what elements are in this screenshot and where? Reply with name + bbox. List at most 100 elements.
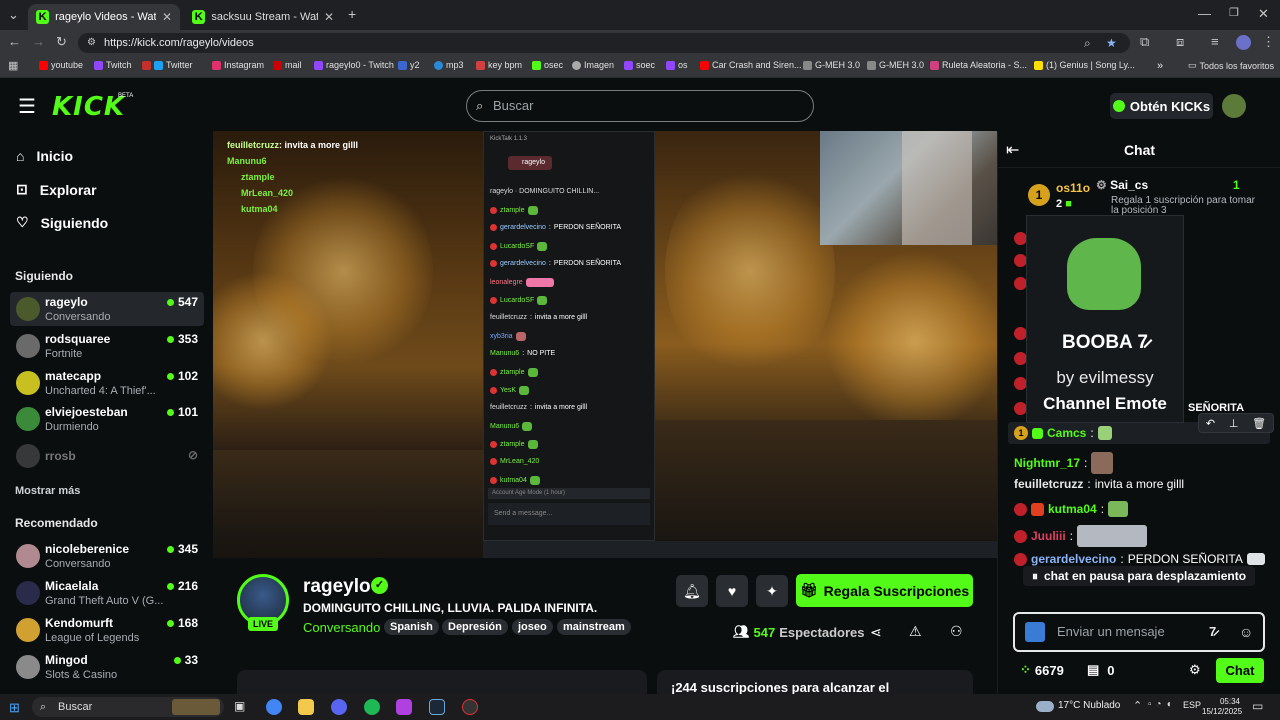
emote-menu-icon[interactable] xyxy=(1025,622,1045,642)
bookmark-rageylo0[interactable]: rageylo0 - Twitch xyxy=(314,60,394,70)
show-more-link[interactable]: Mostrar más xyxy=(15,485,80,497)
bookmark-instagram[interactable]: Instagram xyxy=(212,60,264,70)
emote-icon[interactable] xyxy=(1246,553,1265,565)
chat-settings-icon[interactable]: ⚙ xyxy=(1189,662,1201,678)
clock[interactable]: 05:34 15/12/2025 xyxy=(1202,697,1242,717)
sidebar-channel-rrosb[interactable]: rrosb ⊘ xyxy=(10,439,204,473)
chat-paused-banner[interactable]: ⏸ chat en pausa para desplazamiento xyxy=(1023,566,1255,586)
new-tab-icon[interactable]: + xyxy=(348,6,356,22)
emoji-icon[interactable]: ☺ xyxy=(1239,614,1253,650)
nav-explorar[interactable]: ⊡ Explorar xyxy=(16,181,97,198)
sparkle-button[interactable]: ✦ xyxy=(756,575,788,607)
taskbar-search[interactable]: ⌕ Buscar xyxy=(32,697,224,717)
bookmark-os[interactable]: os xyxy=(666,60,688,70)
extensions-icon[interactable]: ⧉ xyxy=(1140,34,1149,50)
reload-icon[interactable]: ↻ xyxy=(56,34,67,50)
bookmark-star-icon[interactable]: ★ xyxy=(1106,33,1117,53)
bookmark-key-bpm[interactable]: key bpm xyxy=(476,60,522,70)
reply-icon[interactable]: ↶ xyxy=(1206,417,1215,430)
minimize-icon[interactable]: — xyxy=(1198,6,1211,21)
bookmark-twitch[interactable]: Twitch xyxy=(94,60,132,70)
tab-search-icon[interactable]: ⌄ xyxy=(8,7,19,23)
profile-avatar[interactable] xyxy=(1236,35,1251,50)
bookmark-mail[interactable]: mail xyxy=(273,60,302,70)
add-user-icon[interactable]: ⚇ xyxy=(950,623,963,640)
channel-name[interactable]: rageylo xyxy=(303,576,371,598)
bookmark-folder-all[interactable]: ▭ Todos los favoritos xyxy=(1188,60,1274,71)
gift-counter[interactable]: ▤ 0 xyxy=(1087,662,1115,678)
delete-icon[interactable]: 🗑︎ xyxy=(1252,417,1266,430)
bookmark-soec[interactable]: soec xyxy=(624,60,655,70)
restore-icon[interactable]: ❐ xyxy=(1229,6,1239,19)
tag-joseo[interactable]: joseo xyxy=(512,619,553,635)
emote-icon[interactable] xyxy=(1091,452,1114,474)
media-icon[interactable]: ⧈ xyxy=(1176,34,1184,50)
zoom-icon[interactable]: ⌕ xyxy=(1084,33,1091,53)
search-input[interactable]: ⌕ Buscar xyxy=(466,90,814,122)
user-avatar[interactable] xyxy=(1222,94,1246,118)
close-tab-icon[interactable]: ✕ xyxy=(324,10,334,24)
emote-icon[interactable] xyxy=(1108,501,1129,517)
steam-icon[interactable] xyxy=(429,699,445,715)
bookmark-gmeh-2[interactable]: G-MEH 3.0 xyxy=(867,60,924,70)
bookmark-ruleta[interactable]: Ruleta Aleatoria - S... xyxy=(930,60,1027,70)
gift-subs-button[interactable]: 🎁︎ Regala Suscripciones xyxy=(796,574,973,607)
7tv-icon[interactable]: 7̷ xyxy=(1209,614,1216,650)
back-icon[interactable]: ← xyxy=(8,34,21,49)
leader-2[interactable]: ⚙ Sai_cs xyxy=(1096,178,1148,192)
tag-mainstream[interactable]: mainstream xyxy=(557,619,631,635)
sidebar-channel-elviejoesteban[interactable]: elviejoesteban Durmiendo 101 xyxy=(10,402,204,436)
leader-name[interactable]: os11o xyxy=(1056,181,1090,195)
stream-category[interactable]: Conversando xyxy=(303,620,380,635)
task-view-icon[interactable]: ▣ xyxy=(234,699,245,713)
close-window-icon[interactable]: ✕ xyxy=(1258,6,1269,22)
hamburger-menu-icon[interactable]: ☰ xyxy=(18,94,36,119)
bookmark-gmeh-1[interactable]: G-MEH 3.0 xyxy=(803,60,860,70)
site-info-icon[interactable]: ⚙ xyxy=(87,33,96,53)
pin-icon[interactable]: ⊥ xyxy=(1229,417,1239,430)
apps-icon[interactable]: ▦ xyxy=(8,59,18,72)
tab-rageylo-videos[interactable]: K rageylo Videos - Watch On ✕ xyxy=(28,4,180,30)
bookmark-twitter[interactable]: Twitter xyxy=(142,60,193,70)
video-player[interactable]: feuilletcruzz: invita a more gilll Manun… xyxy=(213,131,997,558)
sidebar-channel-matecapp[interactable]: matecapp Uncharted 4: A Thief'... 102 xyxy=(10,366,204,400)
app-c-icon[interactable] xyxy=(396,699,412,715)
emote-icon[interactable] xyxy=(1097,426,1112,440)
close-tab-icon[interactable]: ✕ xyxy=(162,10,172,24)
spotify-icon[interactable] xyxy=(364,699,380,715)
forward-icon[interactable]: → xyxy=(32,34,45,49)
reading-list-icon[interactable]: ≡ xyxy=(1211,34,1219,49)
language-indicator[interactable]: ESP xyxy=(1183,700,1201,710)
sidebar-channel-rodsquaree[interactable]: rodsquaree Fortnite 353 xyxy=(10,329,204,363)
kick-logo[interactable]: KICK xyxy=(52,92,125,122)
more-bookmarks-icon[interactable]: » xyxy=(1157,60,1163,72)
sidebar-channel-nicoleberenice[interactable]: nicoleberenice Conversando 345 xyxy=(10,539,204,573)
nav-inicio[interactable]: ⌂ Inicio xyxy=(16,148,73,164)
windows-start-icon[interactable]: ⊞ xyxy=(9,700,20,716)
chat-send-button[interactable]: Chat xyxy=(1216,658,1264,683)
bookmark-mp3[interactable]: mp3 xyxy=(434,60,464,70)
obs-icon[interactable] xyxy=(462,699,478,715)
tag-spanish[interactable]: Spanish xyxy=(384,619,439,635)
sidebar-channel-kendomurft[interactable]: Kendomurft League of Legends 168 xyxy=(10,613,204,647)
notifications-button[interactable]: 🔔︎ xyxy=(676,575,708,607)
file-explorer-icon[interactable] xyxy=(298,699,314,715)
chat-message-input[interactable]: Enviar un mensaje 7̷ ☺ xyxy=(1013,612,1265,652)
report-icon[interactable]: ⚠ xyxy=(909,623,922,640)
bookmark-imagen[interactable]: Imagen xyxy=(572,60,614,70)
sidebar-channel-rageylo[interactable]: rageylo Conversando 547 xyxy=(10,292,204,326)
tray-icons[interactable]: ▫◔◖ xyxy=(1148,699,1176,710)
bookmark-car-crash[interactable]: Car Crash and Siren... xyxy=(700,60,802,70)
nav-siguiendo[interactable]: ♡ Siguiendo xyxy=(16,214,108,231)
emote-icon[interactable] xyxy=(1077,525,1148,547)
bookmark-youtube[interactable]: youtube xyxy=(39,60,83,70)
url-field[interactable]: ⚙ https://kick.com/rageylo/videos ⌕ ★ xyxy=(78,33,1130,53)
tag-depresion[interactable]: Depresión xyxy=(442,619,508,635)
bookmark-y2[interactable]: y2 xyxy=(398,60,420,70)
bookmark-osec[interactable]: osec xyxy=(532,60,563,70)
notifications-icon[interactable]: ▭ xyxy=(1252,699,1263,713)
bookmark-genius[interactable]: (1) Genius | Song Ly... xyxy=(1034,60,1135,70)
weather-text[interactable]: 17°C Nublado xyxy=(1058,700,1120,711)
chrome-icon[interactable] xyxy=(266,699,282,715)
get-kicks-button[interactable]: Obtén KICKs xyxy=(1110,93,1213,119)
